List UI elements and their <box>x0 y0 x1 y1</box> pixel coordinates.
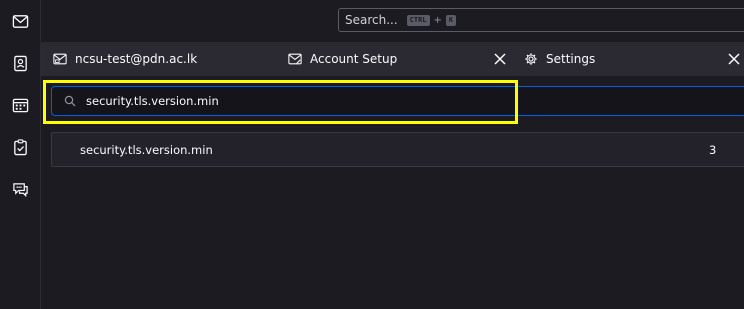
preference-name: security.tls.version.min <box>80 143 213 157</box>
spaces-toolbar <box>0 0 41 309</box>
mail-tab-icon <box>53 53 67 65</box>
tab-label: ncsu-test@pdn.ac.lk <box>75 52 198 66</box>
preference-value[interactable]: 3 <box>709 143 716 157</box>
tab-strip: ncsu-test@pdn.ac.lk Account Setup Settin… <box>41 42 744 76</box>
unified-toolbar: Search... CTRL + K <box>41 0 744 42</box>
config-search-input[interactable] <box>84 93 688 109</box>
tab-settings[interactable]: Settings <box>524 42 595 76</box>
chat-space-button[interactable] <box>8 177 32 201</box>
mail-space-button[interactable] <box>8 9 32 33</box>
config-search-field[interactable] <box>51 86 744 116</box>
shortcut-key-ctrl: CTRL <box>406 14 430 26</box>
close-icon[interactable] <box>727 52 741 66</box>
tab-account-setup[interactable]: Account Setup <box>288 42 397 76</box>
config-editor: security.tls.version.min 3 <box>41 76 744 309</box>
address-book-space-button[interactable] <box>8 51 32 75</box>
table-row[interactable]: security.tls.version.min 3 <box>51 132 744 167</box>
calendar-space-button[interactable] <box>8 93 32 117</box>
tasks-space-button[interactable] <box>8 135 32 159</box>
address-book-icon <box>13 55 27 71</box>
tab-label: Account Setup <box>310 52 398 66</box>
mail-icon <box>12 14 28 28</box>
chat-icon <box>12 182 28 197</box>
tasks-icon <box>13 138 27 155</box>
global-search-box[interactable]: Search... CTRL + K <box>338 8 744 32</box>
shortcut-key-k: K <box>445 14 457 26</box>
close-icon[interactable] <box>493 52 507 66</box>
tab-label: Settings <box>546 52 596 66</box>
search-placeholder: Search... <box>345 13 398 27</box>
account-setup-icon <box>288 53 302 65</box>
search-icon <box>64 95 76 107</box>
tab-mail-account[interactable]: ncsu-test@pdn.ac.lk <box>53 42 197 76</box>
gear-icon <box>525 53 537 65</box>
calendar-icon <box>12 98 28 112</box>
shortcut-plus: + <box>433 14 442 26</box>
